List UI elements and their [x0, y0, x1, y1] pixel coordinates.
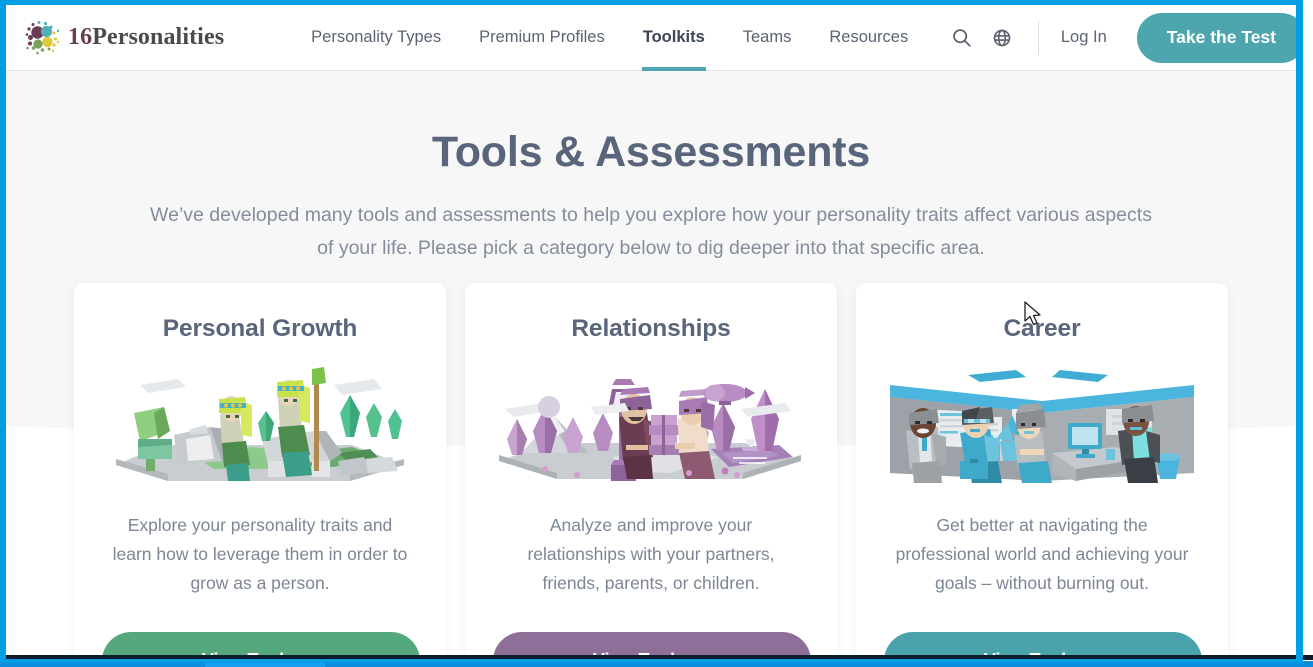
focus-frame-bottom	[0, 659, 1303, 663]
logo-word: Personalities	[92, 24, 225, 50]
card-relationships[interactable]: Relationships Analyze and improve your r…	[465, 283, 837, 656]
card-title: Career	[1003, 315, 1081, 342]
page-title: Tools & Assessments	[431, 128, 871, 176]
focus-frame-left	[0, 0, 6, 660]
nav-item-personality-types[interactable]: Personality Types	[292, 5, 460, 71]
category-card-list: Personal Growth Explore your personality…	[6, 283, 1296, 656]
login-link[interactable]: Log In	[1053, 28, 1115, 47]
take-the-test-button[interactable]: Take the Test	[1136, 12, 1296, 63]
card-description: Get better at navigating the professiona…	[895, 515, 1189, 593]
nav-item-resources[interactable]: Resources	[810, 5, 927, 71]
logo-wordmark: 16Personalities	[68, 24, 224, 51]
logo-number: 16	[68, 24, 93, 50]
site-header: 16Personalities Personality Types Premiu…	[6, 5, 1296, 71]
site-logo[interactable]: 16Personalities	[16, 12, 224, 64]
page-subtitle: We’ve developed many tools and assessmen…	[150, 204, 1152, 259]
card-personal-growth[interactable]: Personal Growth Explore your personality…	[74, 283, 446, 656]
relationships-illustration-icon	[493, 361, 809, 485]
browser-page: 16Personalities Personality Types Premiu…	[6, 5, 1296, 656]
nav-item-toolkits[interactable]: Toolkits	[624, 5, 724, 71]
nav-item-teams[interactable]: Teams	[724, 5, 811, 71]
header-actions: Log In Take the Test	[942, 5, 1296, 71]
card-description: Analyze and improve your relationships w…	[527, 515, 775, 593]
main-navigation: Personality Types Premium Profiles Toolk…	[292, 5, 927, 71]
dot-circle-logo-icon	[16, 14, 64, 62]
view-tools-button-personal-growth[interactable]: View Tools→	[102, 632, 420, 656]
card-title: Personal Growth	[162, 315, 358, 342]
nav-item-premium-profiles[interactable]: Premium Profiles	[460, 5, 624, 71]
search-icon[interactable]	[942, 18, 982, 58]
career-illustration-icon	[884, 361, 1200, 485]
card-title: Relationships	[571, 315, 731, 342]
globe-icon[interactable]	[982, 18, 1022, 58]
card-description: Explore your personality traits and lear…	[112, 515, 408, 593]
personal-growth-illustration-icon	[102, 361, 418, 485]
header-divider	[1037, 20, 1039, 55]
focus-frame-right	[1296, 0, 1303, 660]
card-career[interactable]: Career Get better at navigating the prof…	[856, 283, 1228, 656]
view-tools-button-career[interactable]: View Tools→	[884, 632, 1202, 656]
focus-frame-top	[0, 0, 1303, 5]
view-tools-button-relationships[interactable]: View Tools→	[493, 632, 811, 656]
screen: 16Personalities Personality Types Premiu…	[0, 0, 1313, 667]
